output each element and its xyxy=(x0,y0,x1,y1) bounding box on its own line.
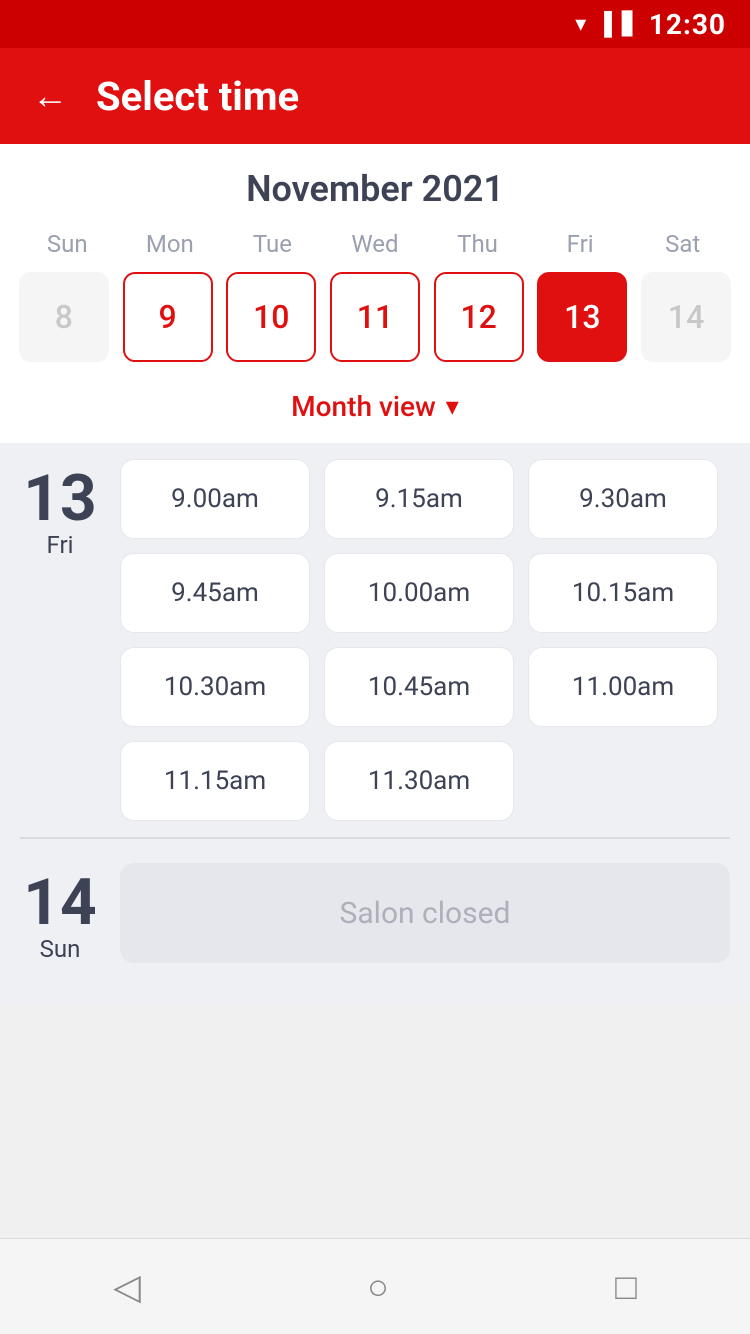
chevron-down-icon: ▾ xyxy=(446,392,459,422)
dates-row: 891011121314 xyxy=(0,272,750,378)
weekday-label: Wed xyxy=(324,230,427,258)
day-block-14: 14 Sun Salon closed xyxy=(20,863,730,963)
page-title: Select time xyxy=(96,73,299,120)
date-cell[interactable]: 12 xyxy=(434,272,524,362)
time-slot[interactable]: 9.45am xyxy=(120,553,310,633)
date-cell[interactable]: 9 xyxy=(123,272,213,362)
header: ← Select time xyxy=(0,48,750,144)
date-cell[interactable]: 11 xyxy=(330,272,420,362)
time-slot[interactable]: 9.30am xyxy=(528,459,718,539)
weekday-label: Mon xyxy=(119,230,222,258)
status-time: 12:30 xyxy=(649,8,726,41)
bottom-nav: ◁ ○ □ xyxy=(0,1238,750,1334)
back-button[interactable]: ← xyxy=(32,75,68,117)
weekday-label: Sat xyxy=(631,230,734,258)
time-slot[interactable]: 11.30am xyxy=(324,741,514,821)
status-bar: 12:30 xyxy=(0,0,750,48)
divider xyxy=(20,837,730,839)
status-icons: 12:30 xyxy=(575,8,726,41)
date-cell[interactable]: 10 xyxy=(226,272,316,362)
time-slot[interactable]: 10.00am xyxy=(324,553,514,633)
month-label: November 2021 xyxy=(0,168,750,230)
time-slot[interactable]: 11.15am xyxy=(120,741,310,821)
time-slot[interactable]: 10.30am xyxy=(120,647,310,727)
time-slot[interactable]: 10.15am xyxy=(528,553,718,633)
month-view-toggle[interactable]: Month view ▾ xyxy=(0,378,750,443)
wifi-icon xyxy=(575,12,586,37)
recent-nav-icon[interactable]: □ xyxy=(615,1266,637,1308)
day-name-13: Fri xyxy=(47,531,74,559)
back-nav-icon[interactable]: ◁ xyxy=(113,1266,141,1308)
day-label-14: 14 Sun xyxy=(20,863,100,963)
time-slot[interactable]: 10.45am xyxy=(324,647,514,727)
salon-closed-block: Salon closed xyxy=(120,863,730,963)
date-cell[interactable]: 8 xyxy=(19,272,109,362)
day-number-13: 13 xyxy=(23,467,96,531)
date-cell[interactable]: 13 xyxy=(537,272,627,362)
calendar-section: November 2021 SunMonTueWedThuFriSat 8910… xyxy=(0,144,750,443)
weekdays-row: SunMonTueWedThuFriSat xyxy=(0,230,750,272)
time-slot[interactable]: 9.00am xyxy=(120,459,310,539)
month-view-label: Month view xyxy=(291,390,436,423)
day-number-14: 14 xyxy=(23,871,96,935)
day-label-13: 13 Fri xyxy=(20,459,100,559)
slots-grid-13: 9.00am9.15am9.30am9.45am10.00am10.15am10… xyxy=(120,459,730,821)
weekday-label: Sun xyxy=(16,230,119,258)
time-section: 13 Fri 9.00am9.15am9.30am9.45am10.00am10… xyxy=(0,443,750,1003)
date-cell[interactable]: 14 xyxy=(641,272,731,362)
salon-closed-text: Salon closed xyxy=(340,896,511,931)
battery-icon xyxy=(622,12,639,37)
day-name-14: Sun xyxy=(40,935,81,963)
weekday-label: Tue xyxy=(221,230,324,258)
weekday-label: Thu xyxy=(426,230,529,258)
time-slot[interactable]: 9.15am xyxy=(324,459,514,539)
time-slot[interactable]: 11.00am xyxy=(528,647,718,727)
weekday-label: Fri xyxy=(529,230,632,258)
home-nav-icon[interactable]: ○ xyxy=(367,1266,389,1308)
signal-icon xyxy=(596,11,612,37)
day-block-13: 13 Fri 9.00am9.15am9.30am9.45am10.00am10… xyxy=(20,459,730,821)
